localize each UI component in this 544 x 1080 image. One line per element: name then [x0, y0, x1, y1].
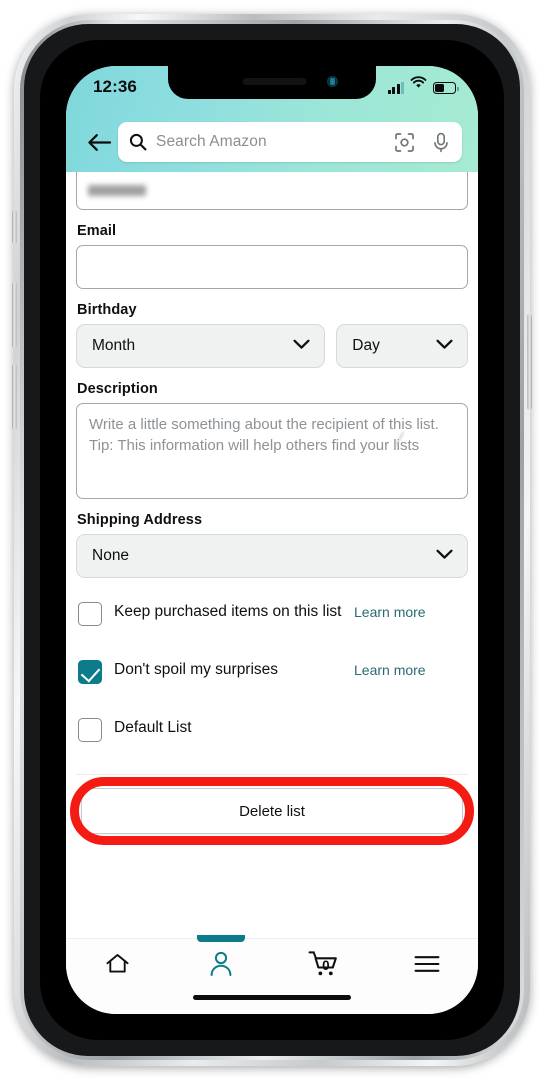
shipping-address-value: None — [92, 547, 130, 564]
person-icon — [209, 951, 233, 981]
cart-badge-count: 0 — [322, 958, 330, 973]
phone-bezel: 12:36 Search Amazon Email Birthday Month… — [24, 24, 520, 1056]
nav-item-account[interactable] — [169, 939, 272, 993]
divider — [76, 774, 468, 775]
microphone-icon[interactable] — [432, 132, 450, 153]
description-label: Description — [77, 381, 158, 397]
phone-mockup: 12:36 Search Amazon Email Birthday Month… — [12, 14, 532, 1066]
birthday-row: Month Day — [76, 324, 468, 368]
search-row: Search Amazon — [66, 112, 478, 172]
bottom-nav: 0 — [66, 938, 478, 1014]
keep-purchased-checkbox[interactable] — [78, 602, 102, 626]
chevron-down-icon — [436, 337, 453, 355]
keep-purchased-learn-more-link[interactable]: Learn more — [354, 599, 426, 620]
dont-spoil-learn-more-link[interactable]: Learn more — [354, 657, 426, 678]
hamburger-menu-icon — [414, 955, 440, 978]
earpiece-speaker — [242, 78, 307, 85]
shipping-address-select[interactable]: None — [76, 534, 468, 578]
default-list-checkbox[interactable] — [78, 718, 102, 742]
volume-up-button[interactable] — [12, 282, 17, 348]
description-textarea[interactable]: Write a little something about the recip… — [76, 403, 468, 499]
delete-list-zone: Delete list — [70, 774, 474, 846]
cellular-signal-icon — [387, 82, 404, 94]
email-label: Email — [77, 223, 117, 239]
front-camera-icon — [327, 76, 338, 87]
option-row-keep-purchased: Keep purchased items on this list Learn … — [78, 594, 466, 640]
birthday-month-value: Month — [92, 337, 136, 354]
delete-list-button[interactable]: Delete list — [81, 788, 463, 834]
dont-spoil-checkbox[interactable] — [78, 660, 102, 684]
status-icons — [387, 76, 459, 94]
dont-spoil-label: Don't spoil my surprises — [114, 661, 279, 678]
shipping-address-label: Shipping Address — [77, 512, 203, 528]
device-notch — [168, 66, 376, 99]
nav-items: 0 — [66, 939, 478, 993]
birthday-label: Birthday — [77, 302, 137, 318]
back-button[interactable] — [80, 123, 118, 161]
volume-down-button[interactable] — [12, 364, 17, 430]
nav-item-cart[interactable]: 0 — [272, 939, 375, 993]
phone-screen: 12:36 Search Amazon Email Birthday Month… — [66, 66, 478, 1014]
birthday-month-select[interactable]: Month — [76, 324, 326, 368]
option-row-default-list: Default List — [78, 710, 466, 756]
birthday-day-select[interactable]: Day — [336, 324, 468, 368]
mute-switch[interactable] — [12, 210, 17, 244]
birthday-day-value: Day — [352, 337, 380, 354]
phone-bezel-inner: 12:36 Search Amazon Email Birthday Month… — [40, 40, 504, 1040]
options-list: Keep purchased items on this list Learn … — [76, 594, 468, 756]
chevron-down-icon — [436, 547, 453, 565]
shopping-cart-icon: 0 — [307, 950, 341, 982]
status-time: 12:36 — [93, 77, 137, 96]
option-row-dont-spoil: Don't spoil my surprises Learn more — [78, 652, 466, 698]
home-icon — [105, 952, 130, 980]
name-field[interactable] — [76, 172, 468, 210]
search-input[interactable]: Search Amazon — [156, 133, 385, 151]
battery-icon — [433, 82, 459, 94]
description-placeholder: Write a little something about the recip… — [89, 416, 439, 455]
power-button[interactable] — [527, 314, 532, 410]
chevron-down-icon — [293, 337, 310, 355]
nav-item-home[interactable] — [66, 939, 169, 993]
keep-purchased-label: Keep purchased items on this list — [114, 603, 342, 620]
form-scroll-area[interactable]: Email Birthday Month Day Description Wri… — [66, 172, 478, 938]
search-bar[interactable]: Search Amazon — [118, 122, 462, 162]
camera-scan-icon[interactable] — [394, 132, 415, 153]
home-indicator — [193, 994, 351, 1000]
wifi-icon — [410, 76, 427, 94]
search-icon — [129, 133, 147, 151]
email-field[interactable] — [76, 245, 468, 289]
default-list-label: Default List — [114, 719, 192, 736]
redacted-name-value — [88, 185, 146, 196]
nav-item-menu[interactable] — [375, 939, 478, 993]
